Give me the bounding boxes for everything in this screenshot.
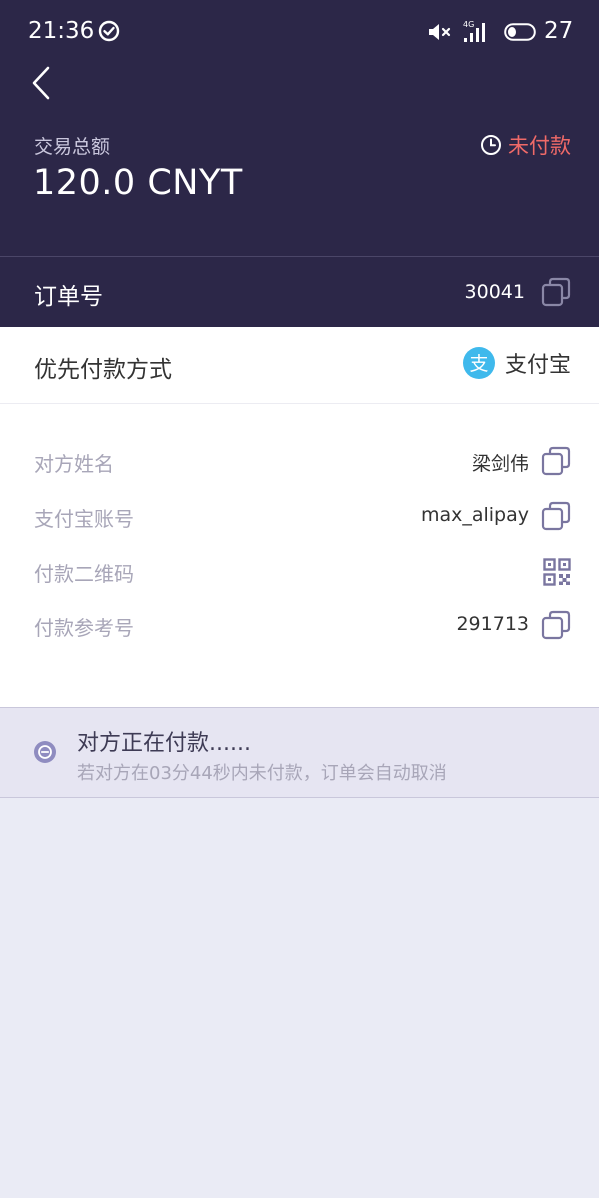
mute-icon — [429, 24, 451, 40]
copy-icon[interactable] — [541, 446, 571, 476]
svg-text:4G: 4G — [463, 20, 474, 29]
payment-method-row: 优先付款方式 支 支付宝 — [0, 327, 599, 404]
header: 21:36 4G 27 交易总额 120.0 CNYT 未付款 — [0, 0, 599, 256]
copy-icon[interactable] — [541, 610, 571, 640]
order-number-value: 30041 — [464, 281, 525, 303]
detail-row-reference: 付款参考号 291713 — [0, 606, 599, 646]
payee-details: 对方姓名 梁剑伟 支付宝账号 max_alipay 付款二维码 付款参考号 29… — [0, 404, 599, 707]
svg-text:支: 支 — [469, 353, 488, 375]
detail-value: 291713 — [456, 613, 529, 635]
copy-icon[interactable] — [541, 501, 571, 531]
total-label: 交易总额 — [34, 136, 111, 158]
notice-title: 对方正在付款...... — [77, 731, 251, 756]
payment-notice: 对方正在付款...... 若对方在03分44秒内未付款，订单会自动取消 — [0, 707, 599, 798]
check-circle-icon — [98, 20, 120, 42]
detail-label: 支付宝账号 — [34, 507, 134, 531]
notice-subtitle: 若对方在03分44秒内未付款，订单会自动取消 — [77, 763, 447, 784]
detail-row-account: 支付宝账号 max_alipay — [0, 497, 599, 537]
status-time: 21:36 — [28, 18, 95, 44]
signal-4g-icon: 4G — [463, 20, 485, 42]
payment-method-value: 支 支付宝 — [462, 347, 571, 379]
detail-label: 对方姓名 — [34, 452, 114, 476]
detail-row-name: 对方姓名 梁剑伟 — [0, 442, 599, 482]
order-number-row: 订单号 30041 — [0, 256, 599, 327]
status-bar: 21:36 4G 27 — [0, 0, 599, 64]
payment-method-name: 支付宝 — [504, 353, 571, 378]
clock-icon — [481, 135, 501, 155]
alipay-icon: 支 — [462, 347, 495, 379]
detail-label: 付款参考号 — [34, 616, 134, 640]
battery-icon — [504, 23, 536, 41]
payment-method-label: 优先付款方式 — [34, 357, 172, 383]
detail-label: 付款二维码 — [34, 562, 134, 586]
status-text: 未付款 — [508, 134, 571, 158]
qr-code-icon[interactable] — [543, 558, 571, 586]
total-amount: 120.0 CNYT — [33, 163, 243, 203]
copy-icon[interactable] — [541, 277, 571, 307]
detail-value: max_alipay — [420, 504, 529, 526]
detail-value: 梁剑伟 — [471, 453, 529, 475]
detail-row-qr: 付款二维码 — [0, 552, 599, 592]
battery-level: 27 — [544, 18, 574, 44]
minus-circle-icon — [34, 741, 56, 763]
payment-status: 未付款 — [480, 131, 571, 159]
order-number-label: 订单号 — [34, 284, 103, 310]
back-button[interactable] — [28, 64, 58, 102]
